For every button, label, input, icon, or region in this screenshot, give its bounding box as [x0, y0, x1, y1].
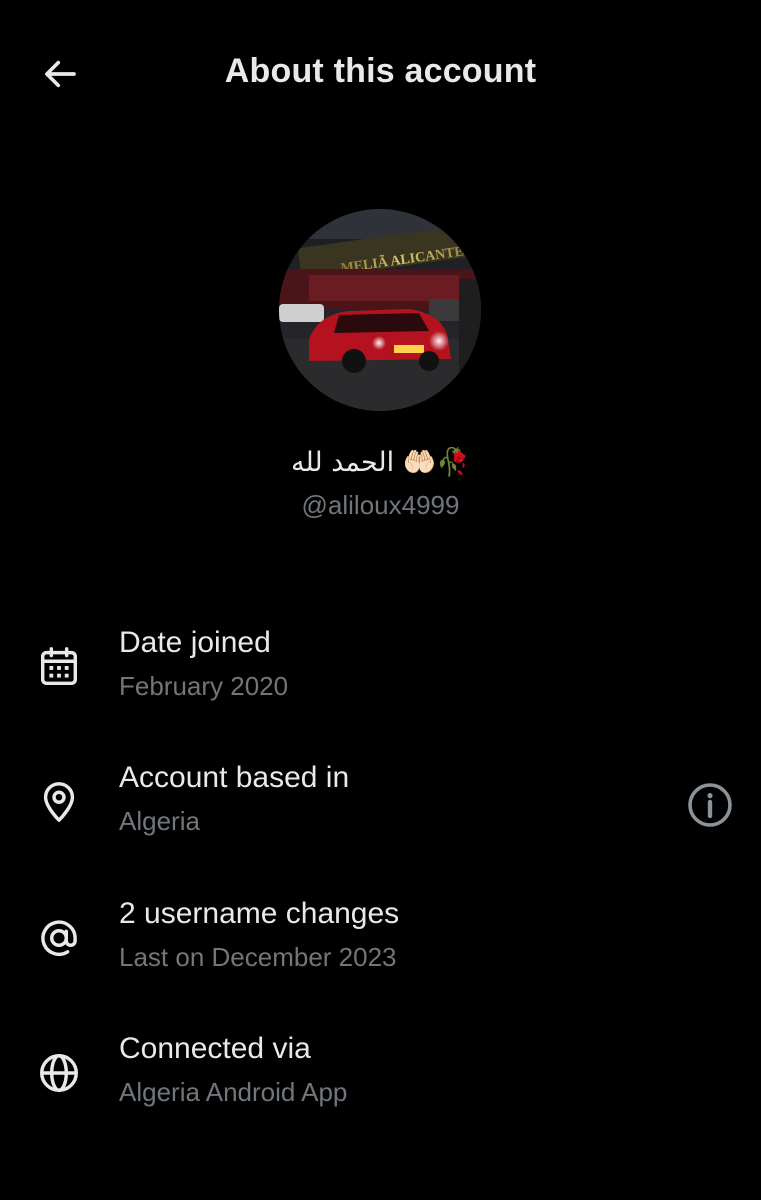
- detail-label: Date joined: [119, 626, 271, 659]
- info-button[interactable]: [686, 781, 734, 829]
- info-icon: [688, 783, 732, 827]
- page-title: About this account: [224, 52, 537, 90]
- detail-value: Algeria Android App: [119, 1077, 348, 1107]
- location-pin-icon: [43, 782, 75, 822]
- detail-value: Algeria: [119, 806, 200, 836]
- detail-row-date-joined: Date joined February 2020: [0, 626, 761, 726]
- avatar-image: MELIÃ ALICANTE: [279, 209, 481, 411]
- detail-row-connected-via: Connected via Algeria Android App: [0, 1032, 761, 1132]
- top-bar: About this account: [0, 0, 761, 148]
- detail-value: February 2020: [119, 671, 289, 701]
- detail-label: 2 username changes: [119, 897, 400, 930]
- globe-icon: [40, 1054, 78, 1092]
- calendar-icon: [40, 647, 78, 686]
- detail-row-account-based-in: Account based in Algeria: [0, 761, 761, 861]
- avatar[interactable]: MELIÃ ALICANTE: [279, 209, 481, 411]
- detail-value: Last on December 2023: [119, 942, 397, 972]
- at-sign-icon: [41, 920, 77, 957]
- detail-label: Account based in: [119, 761, 350, 794]
- display-name: الحمد لله 🤲🏻🥀: [291, 447, 470, 478]
- detail-label: Connected via: [119, 1032, 311, 1065]
- username-handle: @aliloux4999: [301, 490, 460, 520]
- detail-row-username-changes: 2 username changes Last on December 2023: [0, 897, 761, 997]
